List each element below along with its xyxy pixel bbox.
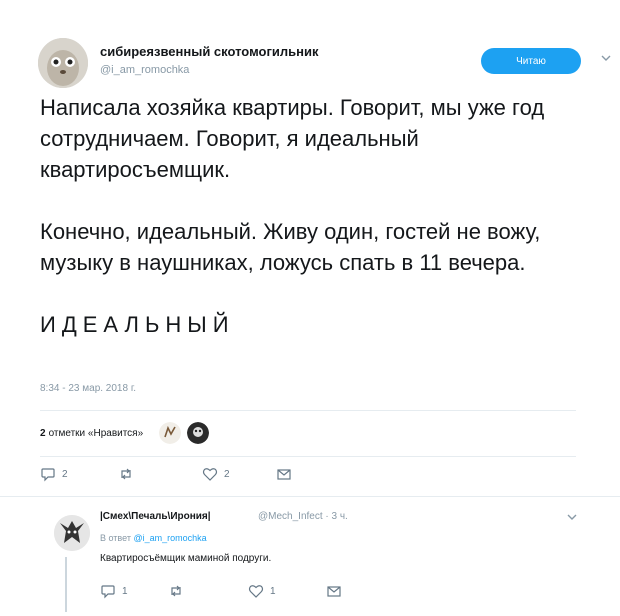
- avatar[interactable]: [38, 38, 88, 88]
- reply-tweet[interactable]: |Смех\Печаль\Ирония| @Mech_Infect · 3 ч.…: [0, 496, 620, 616]
- retweet-icon: [171, 585, 181, 597]
- likes-count-link[interactable]: 2 отметки «Нравится»: [40, 428, 143, 439]
- reply-button[interactable]: 1: [100, 583, 128, 599]
- heart-icon: [202, 468, 218, 481]
- tweet-paragraph: Написала хозяйка квартиры. Говорит, мы у…: [40, 95, 545, 182]
- author-display-name[interactable]: сибиреязвенный скотомогильник: [100, 44, 318, 59]
- likes-row: 2 отметки «Нравится»: [40, 418, 210, 448]
- reply-avatar[interactable]: [54, 515, 90, 551]
- chevron-down-icon[interactable]: [600, 52, 612, 64]
- tweet-paragraph: Конечно, идеальный. Живу один, гостей не…: [40, 219, 541, 275]
- divider: [40, 456, 576, 457]
- retweet-icon: [121, 468, 131, 480]
- reply-icon: [101, 585, 115, 599]
- liker-avatar[interactable]: [159, 422, 182, 444]
- tweet-text: Написала хозяйка квартиры. Говорит, мы у…: [40, 92, 580, 340]
- author-handle[interactable]: @i_am_romochka: [100, 64, 189, 76]
- chevron-down-icon[interactable]: [566, 511, 578, 523]
- liker-avatar[interactable]: [187, 422, 210, 444]
- retweet-button[interactable]: [118, 466, 140, 482]
- reply-to-prefix: В ответ: [100, 533, 131, 543]
- reply-to: В ответ @i_am_romochka: [100, 533, 207, 543]
- like-button[interactable]: 2: [202, 466, 230, 482]
- like-count: 2: [224, 468, 230, 480]
- tweet-paragraph: ИДЕАЛЬНЫЙ: [40, 312, 235, 337]
- retweet-button[interactable]: [168, 583, 190, 599]
- reply-display-name[interactable]: |Смех\Печаль\Ирония|: [100, 511, 211, 522]
- direct-message-button[interactable]: [326, 583, 342, 599]
- heart-icon: [248, 585, 264, 598]
- reply-button[interactable]: 2: [40, 466, 68, 482]
- tweet-header: сибиреязвенный скотомогильник @i_am_romo…: [38, 38, 611, 88]
- reply-to-handle[interactable]: @i_am_romochka: [133, 533, 206, 543]
- reply-count: 1: [122, 585, 128, 597]
- likes-label: отметки «Нравится»: [48, 427, 144, 439]
- likes-count: 2: [40, 427, 46, 439]
- message-icon: [327, 586, 341, 597]
- reply-handle-time[interactable]: @Mech_Infect · 3 ч.: [258, 511, 348, 522]
- follow-button[interactable]: Читаю: [481, 48, 581, 74]
- reply-text: Квартиросъёмщик маминой подруги.: [100, 553, 272, 564]
- direct-message-button[interactable]: [276, 466, 292, 482]
- reply-count: 2: [62, 468, 68, 480]
- divider: [40, 410, 576, 411]
- like-count: 1: [270, 585, 276, 597]
- reply-icon: [41, 468, 55, 482]
- tweet-timestamp[interactable]: 8:34 - 23 мар. 2018 г.: [40, 383, 136, 394]
- message-icon: [277, 469, 291, 480]
- like-button[interactable]: 1: [248, 583, 276, 599]
- thread-line: [65, 557, 67, 612]
